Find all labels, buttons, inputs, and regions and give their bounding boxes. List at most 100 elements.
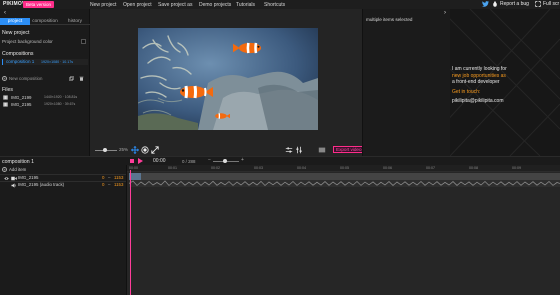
file-name: IMG_2199: [11, 95, 32, 100]
file-name: IMG_2195: [11, 102, 32, 107]
new-project-title[interactable]: New project: [2, 30, 29, 36]
bug-icon: [492, 1, 498, 7]
ruler-tick: 00:04: [297, 166, 306, 170]
properties-panel: › multiple items selected: [362, 9, 450, 156]
timeline-controls: 00:00 0 / 288 − +: [127, 156, 560, 165]
preview-controls: 25% Export video: [90, 145, 365, 156]
tab-history[interactable]: history: [60, 18, 90, 25]
report-bug-button[interactable]: Report a bug: [492, 1, 529, 7]
video-clip[interactable]: [129, 173, 560, 180]
track-row[interactable]: IMG_2195 (audio track) 0 – 1153: [0, 181, 126, 190]
play-button[interactable]: [138, 158, 143, 164]
film-icon: [3, 102, 8, 107]
ruler-tick: 00:06: [383, 166, 392, 170]
tab-composition[interactable]: composition: [30, 18, 60, 25]
promo-email[interactable]: pikilipita@pikilipita.com: [452, 98, 503, 104]
timecode: 00:00: [153, 158, 166, 164]
promo-panel: I am currently looking for new job oppor…: [450, 9, 560, 156]
file-item[interactable]: IMG_2199 1440×1920 · 108.81s: [3, 95, 89, 101]
fullscreen-icon: [535, 1, 541, 7]
new-composition-label: New composition: [9, 76, 43, 81]
full-screen-button[interactable]: Full scr: [535, 1, 559, 7]
ruler-tick: 00:03: [254, 166, 263, 170]
ruler-tick: 00:05: [340, 166, 349, 170]
film-icon: [3, 95, 8, 100]
duplicate-icon[interactable]: [69, 76, 74, 81]
zoom-slider-handle[interactable]: [103, 148, 107, 152]
promo-line-1: I am currently looking for: [452, 66, 507, 72]
timeline-tracks-area[interactable]: [127, 170, 560, 295]
timeline-zoom-handle[interactable]: [223, 159, 227, 163]
promo-line-2: new job opportunities as: [452, 72, 506, 79]
composition-item[interactable]: composition 1 1920×1080 · 10.17s: [2, 59, 88, 65]
new-composition-button[interactable]: + New composition: [2, 76, 42, 81]
twitter-link[interactable]: [482, 1, 489, 7]
expand-icon[interactable]: [151, 146, 159, 154]
video-thumbnails: [129, 173, 560, 180]
project-panel: ‹ project composition history New projec…: [0, 9, 90, 156]
plus-icon: +: [2, 75, 7, 81]
zoom-value: 25%: [119, 147, 129, 152]
collapse-panel-button[interactable]: ‹: [4, 10, 6, 16]
export-video-button[interactable]: Export video: [333, 146, 365, 153]
promo-line-3: a front-end developer: [452, 79, 500, 85]
stop-button[interactable]: [130, 159, 134, 163]
add-item-button[interactable]: + Add item: [2, 167, 26, 172]
align-vertical-icon[interactable]: [295, 146, 303, 154]
promo-get-in-touch: Get in touch:: [452, 89, 481, 95]
frame-counter: 0 / 288: [182, 158, 196, 164]
composition-name: composition 1: [6, 59, 35, 64]
track-start[interactable]: 0: [102, 182, 104, 188]
render-frame-icon[interactable]: [318, 146, 326, 154]
track-list: + Add item IMG_2195 0 – 1153 IMG_2195 (a…: [0, 165, 127, 295]
align-horizontal-icon[interactable]: [285, 146, 293, 154]
collapse-properties-button[interactable]: ›: [444, 10, 446, 16]
selection-status: multiple items selected: [366, 17, 413, 22]
files-title: Files: [2, 87, 13, 93]
report-bug-label: Report a bug: [500, 1, 529, 7]
compositions-title: Compositions: [2, 51, 34, 57]
timeline-zoom-in[interactable]: +: [241, 157, 244, 163]
ruler-tick: 00:09: [512, 166, 521, 170]
ruler-tick: 00:07: [426, 166, 435, 170]
track-row[interactable]: IMG_2195 0 – 1153: [0, 174, 126, 180]
plus-icon: +: [2, 166, 7, 172]
menu-open-project[interactable]: Open project: [123, 2, 152, 8]
track-name: IMG_2195 (audio track): [18, 182, 65, 187]
video-preview-frame[interactable]: [138, 28, 318, 130]
preview-area: 25% Export video: [90, 9, 365, 156]
trash-icon[interactable]: [79, 76, 84, 81]
composition-meta: 1920×1080 · 10.17s: [41, 60, 74, 64]
timeline-zoom-out[interactable]: −: [208, 157, 211, 163]
audio-waveform: [129, 180, 560, 187]
track-separator: –: [108, 182, 111, 187]
audio-clip[interactable]: [129, 180, 560, 187]
full-screen-label: Full scr: [543, 1, 560, 7]
menu-save-project-as[interactable]: Save project as: [158, 2, 192, 8]
file-item[interactable]: IMG_2195 1920×1080 · 39.67s: [3, 102, 89, 108]
top-menu-bar: PIKIMOV Beta version New project Open pr…: [0, 0, 560, 9]
track-end[interactable]: 1153: [114, 182, 123, 188]
menu-tutorials[interactable]: Tutorials: [236, 2, 255, 8]
tab-project[interactable]: project: [0, 18, 30, 25]
menu-demo-projects[interactable]: Demo projects: [199, 2, 231, 8]
playhead[interactable]: [130, 170, 131, 295]
clownfish-video-frame: [138, 28, 318, 130]
panel-tabs: project composition history: [0, 18, 90, 25]
twitter-icon: [482, 1, 489, 7]
audio-track-icon: [11, 182, 17, 190]
file-meta: 1920×1080 · 39.67s: [44, 102, 76, 106]
ruler-tick: 00:01: [168, 166, 177, 170]
ruler-tick: 00:08: [469, 166, 478, 170]
bg-color-label: Project background color: [2, 39, 53, 44]
beta-badge: Beta version: [23, 1, 55, 8]
timeline-ruler[interactable]: 00:00 00:01 00:02 00:03 00:04 00:05 00:0…: [127, 165, 560, 172]
add-item-label: Add item: [9, 167, 27, 172]
menu-new-project[interactable]: New project: [90, 2, 116, 8]
ruler-tick: 00:02: [211, 166, 220, 170]
move-icon[interactable]: [131, 146, 139, 154]
menu-shortcuts[interactable]: Shortcuts: [264, 2, 285, 8]
anchor-point-icon[interactable]: [141, 146, 149, 154]
bg-color-swatch[interactable]: [81, 39, 86, 44]
file-meta: 1440×1920 · 108.81s: [44, 95, 78, 99]
